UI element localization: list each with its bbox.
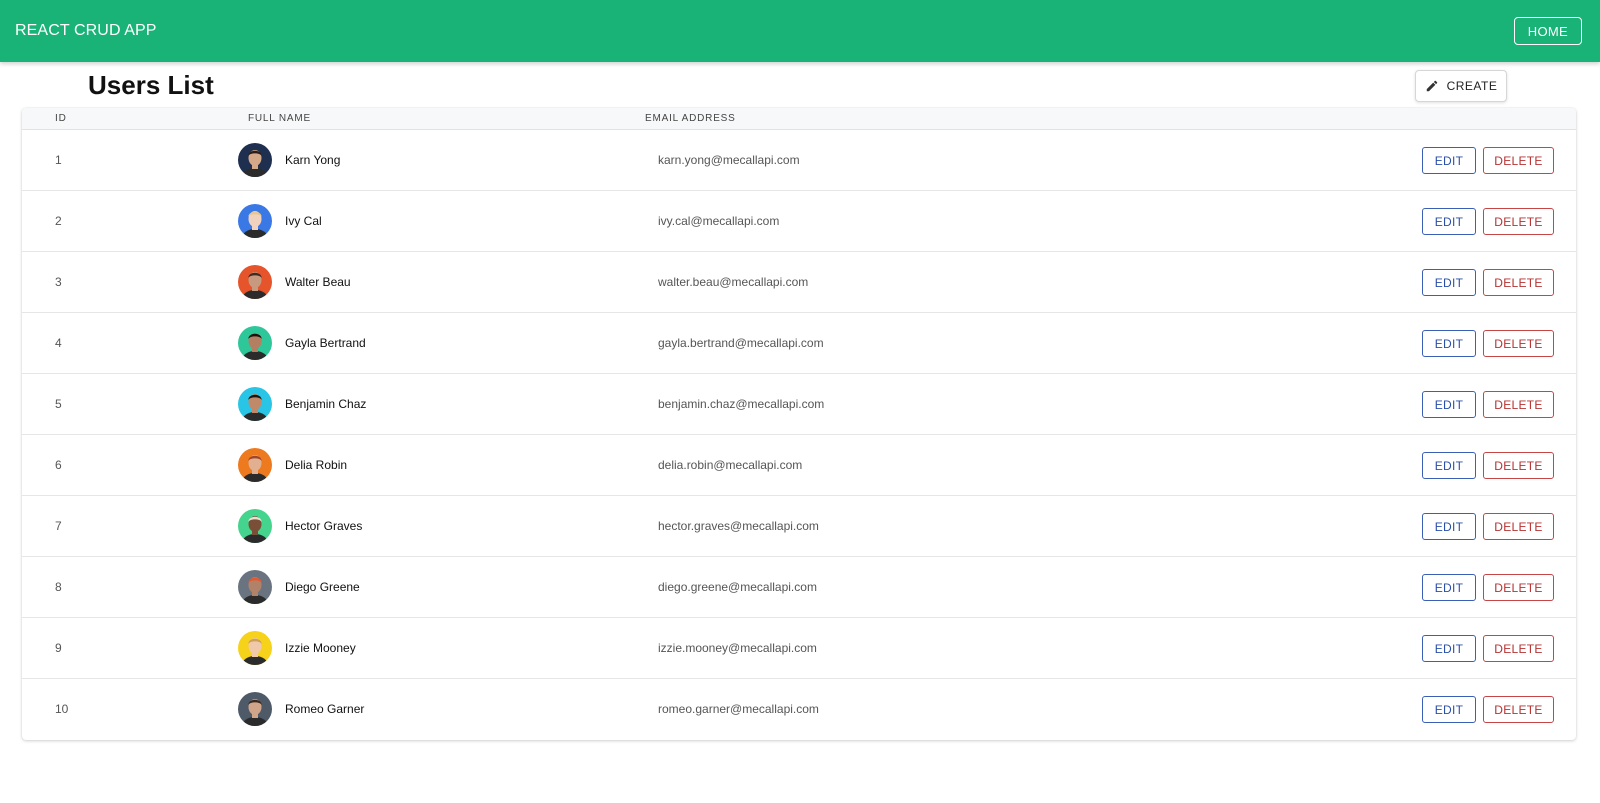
user-email: delia.robin@mecallapi.com (658, 458, 803, 472)
table-row: 6 Delia Robin delia.robin@mecallapi.com … (22, 435, 1576, 496)
avatar-image (238, 143, 272, 177)
avatar (238, 143, 272, 177)
user-email: diego.greene@mecallapi.com (658, 580, 817, 594)
avatar-image (238, 387, 272, 421)
avatar (238, 326, 272, 360)
user-email: ivy.cal@mecallapi.com (658, 214, 780, 228)
user-full-name: Delia Robin (285, 458, 348, 472)
user-full-name: Karn Yong (285, 153, 341, 167)
avatar-image (238, 509, 272, 543)
user-email: karn.yong@mecallapi.com (658, 153, 800, 167)
table-row: 8 Diego Greene diego.greene@mecallapi.co… (22, 557, 1576, 618)
avatar-image (238, 570, 272, 604)
create-button[interactable]: CREATE (1415, 70, 1507, 102)
edit-button[interactable]: EDIT (1422, 208, 1476, 235)
user-email: romeo.garner@mecallapi.com (658, 702, 819, 716)
header-full-name: FULL NAME (248, 113, 311, 124)
table-header: ID FULL NAME EMAIL ADDRESS (22, 108, 1576, 130)
delete-button[interactable]: DELETE (1483, 574, 1554, 601)
avatar-image (238, 265, 272, 299)
app-title: REACT CRUD APP (15, 22, 157, 39)
table-row: 2 Ivy Cal ivy.cal@mecallapi.com EDIT DEL… (22, 191, 1576, 252)
avatar (238, 570, 272, 604)
table-body: 1 Karn Yong karn.yong@mecallapi.com EDIT… (22, 130, 1576, 740)
edit-button[interactable]: EDIT (1422, 574, 1476, 601)
table-row: 9 Izzie Mooney izzie.mooney@mecallapi.co… (22, 618, 1576, 679)
table-row: 7 Hector Graves hector.graves@mecallapi.… (22, 496, 1576, 557)
user-id: 9 (55, 641, 62, 655)
user-full-name: Walter Beau (285, 275, 351, 289)
table-row: 10 Romeo Garner romeo.garner@mecallapi.c… (22, 679, 1576, 740)
delete-button[interactable]: DELETE (1483, 147, 1554, 174)
user-id: 8 (55, 580, 62, 594)
avatar (238, 204, 272, 238)
avatar (238, 387, 272, 421)
create-button-label: CREATE (1446, 79, 1498, 93)
edit-button[interactable]: EDIT (1422, 269, 1476, 296)
avatar (238, 448, 272, 482)
user-id: 10 (55, 702, 69, 716)
user-id: 1 (55, 153, 62, 167)
edit-button[interactable]: EDIT (1422, 330, 1476, 357)
edit-button[interactable]: EDIT (1422, 635, 1476, 662)
user-full-name: Benjamin Chaz (285, 397, 367, 411)
app-bar: REACT CRUD APP HOME (0, 0, 1600, 62)
user-email: hector.graves@mecallapi.com (658, 519, 819, 533)
edit-button[interactable]: EDIT (1422, 696, 1476, 723)
user-full-name: Ivy Cal (285, 214, 322, 228)
user-id: 6 (55, 458, 62, 472)
avatar-image (238, 448, 272, 482)
delete-button[interactable]: DELETE (1483, 696, 1554, 723)
delete-button[interactable]: DELETE (1483, 452, 1554, 479)
user-full-name: Diego Greene (285, 580, 360, 594)
avatar (238, 692, 272, 726)
table-row: 4 Gayla Bertrand gayla.bertrand@mecallap… (22, 313, 1576, 374)
delete-button[interactable]: DELETE (1483, 635, 1554, 662)
delete-button[interactable]: DELETE (1483, 269, 1554, 296)
avatar (238, 509, 272, 543)
avatar-image (238, 326, 272, 360)
user-email: walter.beau@mecallapi.com (658, 275, 809, 289)
page-title: Users List (88, 70, 214, 100)
avatar (238, 631, 272, 665)
user-id: 5 (55, 397, 62, 411)
header-id: ID (55, 113, 67, 124)
home-button[interactable]: HOME (1513, 17, 1582, 45)
user-id: 7 (55, 519, 62, 533)
avatar (238, 265, 272, 299)
edit-button[interactable]: EDIT (1422, 513, 1476, 540)
users-table: ID FULL NAME EMAIL ADDRESS 1 Karn Yong k… (22, 108, 1576, 740)
edit-button[interactable]: EDIT (1422, 391, 1476, 418)
edit-button[interactable]: EDIT (1422, 452, 1476, 479)
user-id: 4 (55, 336, 62, 350)
avatar-image (238, 204, 272, 238)
avatar-image (238, 631, 272, 665)
header-email: EMAIL ADDRESS (645, 113, 736, 124)
edit-button[interactable]: EDIT (1422, 147, 1476, 174)
delete-button[interactable]: DELETE (1483, 513, 1554, 540)
table-row: 5 Benjamin Chaz benjamin.chaz@mecallapi.… (22, 374, 1576, 435)
user-id: 2 (55, 214, 62, 228)
user-id: 3 (55, 275, 62, 289)
user-full-name: Gayla Bertrand (285, 336, 366, 350)
user-email: izzie.mooney@mecallapi.com (658, 641, 817, 655)
pencil-icon (1426, 80, 1437, 92)
user-full-name: Romeo Garner (285, 702, 365, 716)
table-row: 3 Walter Beau walter.beau@mecallapi.com … (22, 252, 1576, 313)
user-email: gayla.bertrand@mecallapi.com (658, 336, 824, 350)
table-row: 1 Karn Yong karn.yong@mecallapi.com EDIT… (22, 130, 1576, 191)
delete-button[interactable]: DELETE (1483, 208, 1554, 235)
avatar-image (238, 692, 272, 726)
user-full-name: Izzie Mooney (285, 641, 356, 655)
user-email: benjamin.chaz@mecallapi.com (658, 397, 825, 411)
delete-button[interactable]: DELETE (1483, 330, 1554, 357)
delete-button[interactable]: DELETE (1483, 391, 1554, 418)
user-full-name: Hector Graves (285, 519, 363, 533)
